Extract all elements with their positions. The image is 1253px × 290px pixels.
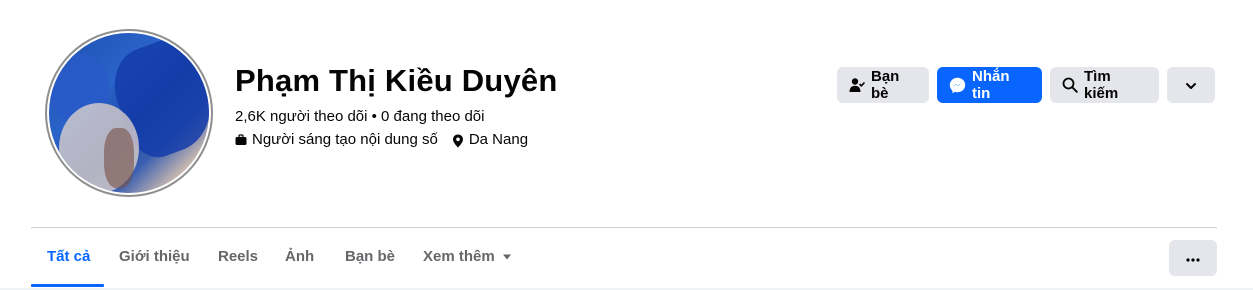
tab-all[interactable]: Tất cả [47, 248, 90, 265]
profile-meta: Người sáng tạo nội dung số Da Nang [235, 131, 542, 148]
briefcase-icon [235, 133, 247, 146]
friends-button[interactable]: Bạn bè [837, 67, 929, 103]
search-label: Tìm kiếm [1084, 68, 1119, 102]
friend-check-icon [849, 77, 865, 93]
search-icon [1062, 77, 1078, 93]
message-label: Nhắn tin [972, 68, 1010, 102]
location-text: Da Nang [468, 131, 529, 148]
profile-options-dropdown[interactable] [1167, 67, 1215, 103]
avatar-image [49, 33, 209, 193]
message-button[interactable]: Nhắn tin [937, 67, 1042, 103]
tab-see-more-label: Xem thêm [423, 248, 495, 265]
chevron-down-icon [1185, 77, 1197, 94]
caret-down-icon [502, 254, 512, 260]
tab-friends[interactable]: Bạn bè [345, 248, 395, 265]
active-tab-indicator [31, 284, 104, 287]
location-item: Da Nang [452, 131, 528, 148]
more-options-button[interactable] [1169, 240, 1217, 276]
followers-count[interactable]: 2,6K người theo dõi • 0 đang theo dõi [235, 108, 484, 125]
map-pin-icon [452, 134, 464, 147]
search-button[interactable]: Tìm kiếm [1050, 67, 1159, 103]
profile-name: Phạm Thị Kiều Duyên [235, 63, 558, 98]
tab-see-more[interactable]: Xem thêm [423, 248, 512, 265]
tab-photos[interactable]: Ảnh [285, 248, 314, 265]
header-divider [31, 227, 1217, 228]
ellipsis-icon [1186, 249, 1200, 267]
tab-reels[interactable]: Reels [218, 248, 258, 265]
profile-avatar[interactable] [45, 29, 213, 197]
friends-label: Bạn bè [871, 68, 900, 102]
category-item: Người sáng tạo nội dung số [235, 131, 438, 148]
category-text: Người sáng tạo nội dung số [252, 131, 438, 148]
messenger-icon [949, 77, 966, 94]
tab-about[interactable]: Giới thiệu [119, 248, 190, 265]
